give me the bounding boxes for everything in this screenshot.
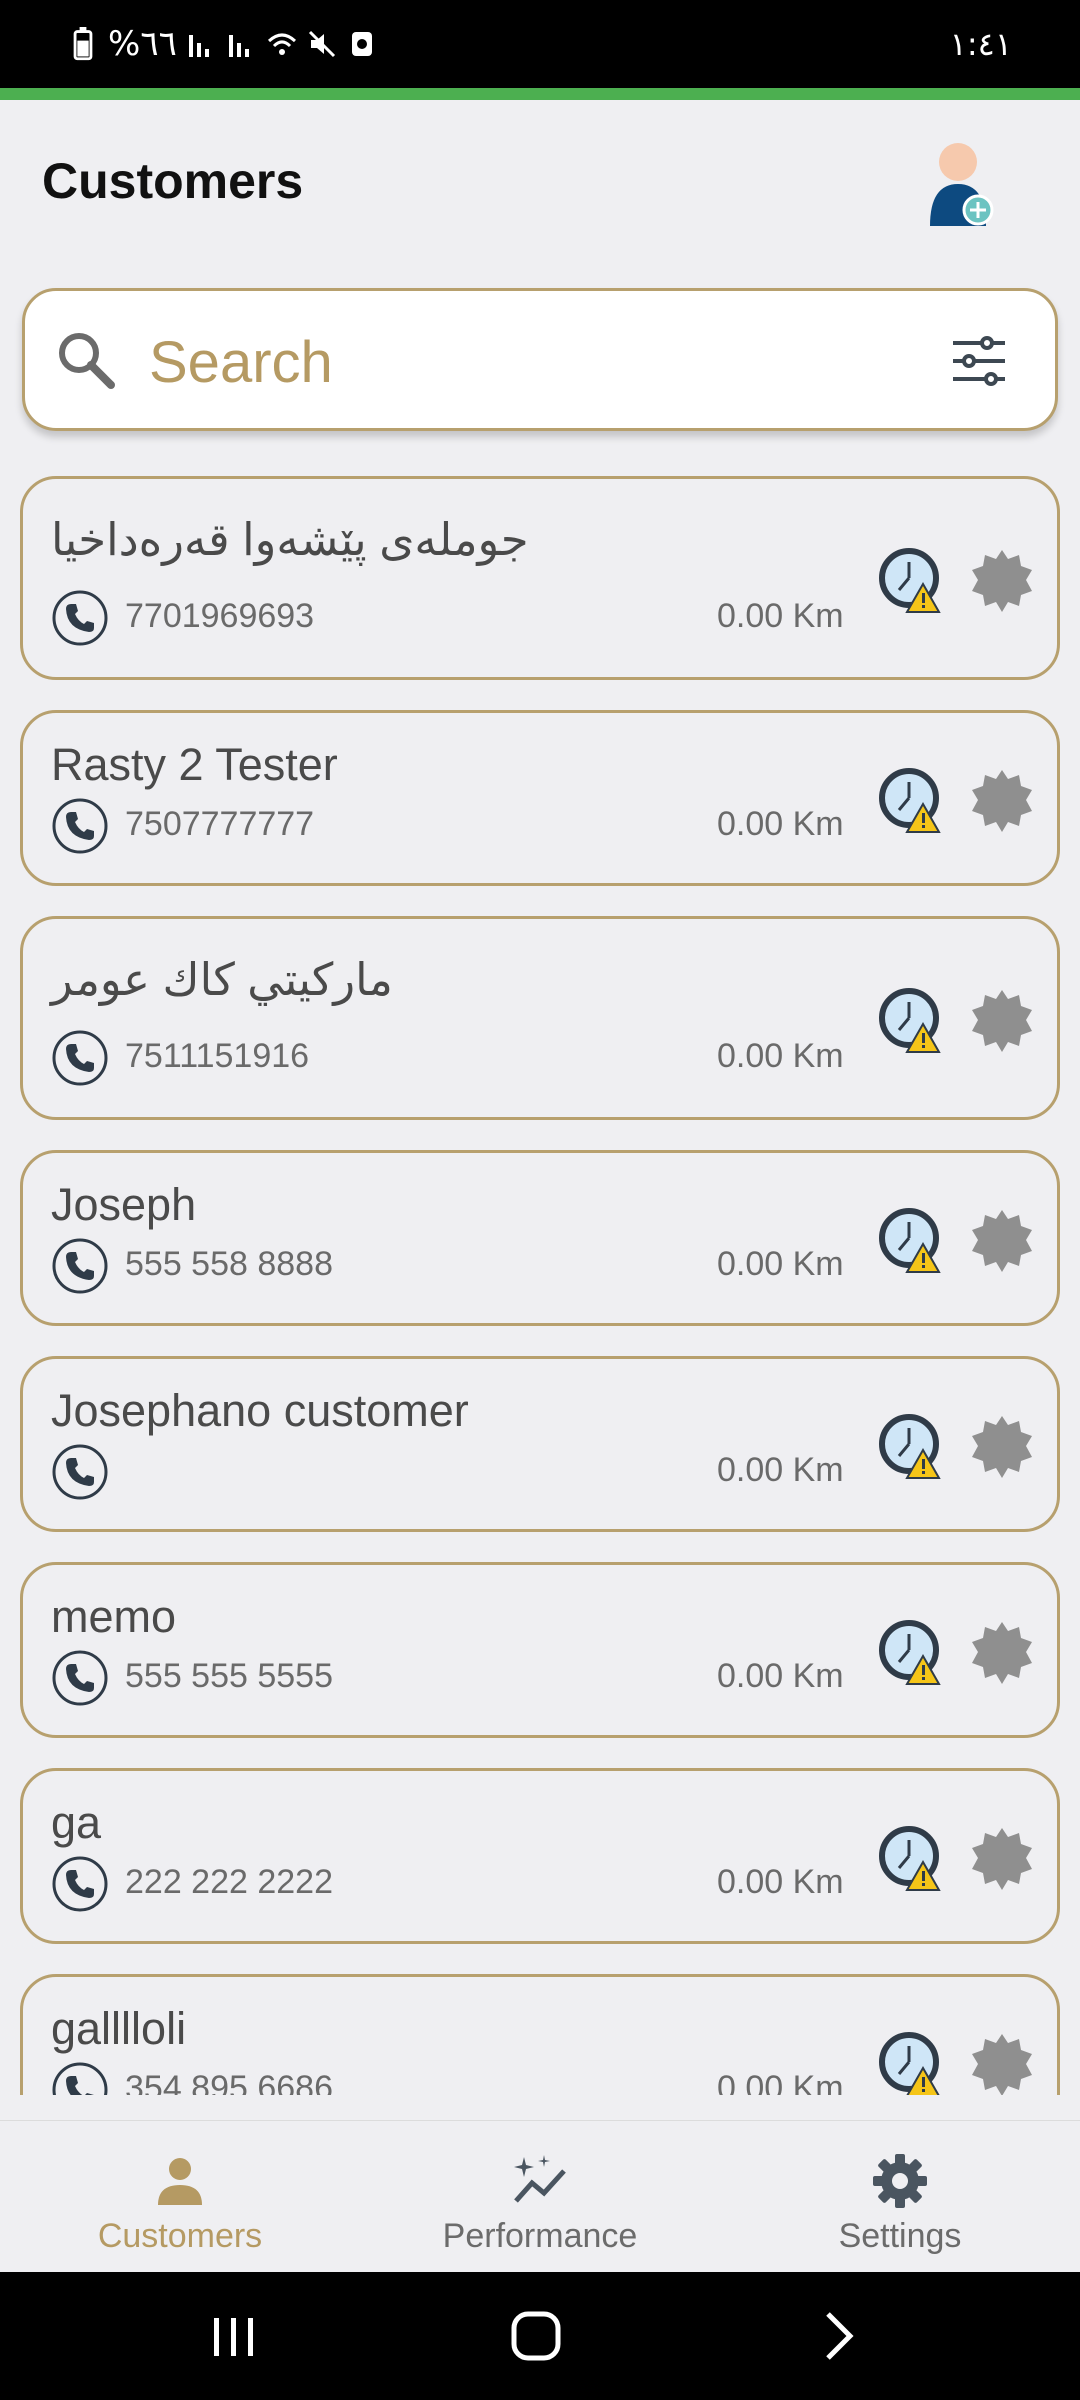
customer-card[interactable]: ga 222 222 2222 0.00 Km [20, 1768, 1060, 1944]
customer-phone: 7507777777 [125, 805, 315, 843]
customer-settings-icon[interactable] [967, 2030, 1037, 2095]
back-chevron-icon[interactable] [810, 2308, 870, 2364]
sync-progress-bar [0, 88, 1080, 100]
customer-phone: 555 555 5555 [125, 1657, 333, 1695]
phone-icon[interactable] [51, 1029, 109, 1087]
nav-settings[interactable]: Settings [720, 2121, 1080, 2273]
phone-icon[interactable] [51, 1855, 109, 1913]
customer-phone: 222 222 2222 [125, 1863, 333, 1901]
customer-card[interactable]: جوملەی پێشەوا قەرەداخیا 7701969693 0.00 Km [20, 476, 1060, 680]
customer-name: Josephano customer [51, 1385, 469, 1436]
customer-distance: 0.00 Km [717, 597, 844, 635]
customer-settings-icon[interactable] [967, 546, 1037, 616]
pending-visit-warning-icon[interactable] [877, 986, 947, 1056]
customer-settings-icon[interactable] [967, 1206, 1037, 1276]
clock-time: ١:٤١ [949, 25, 1012, 63]
pending-visit-warning-icon[interactable] [877, 766, 947, 836]
battery-percent: %٦٦ [108, 24, 177, 64]
customer-distance: 0.00 Km [717, 1451, 844, 1489]
notification-icon [351, 32, 372, 56]
pending-visit-warning-icon[interactable] [877, 1412, 947, 1482]
search-input[interactable]: Search [149, 329, 333, 396]
app-bar: Customers [0, 100, 1080, 270]
wifi-icon [267, 33, 296, 55]
system-nav-bar [0, 2272, 1080, 2400]
signal-icon [188, 35, 209, 57]
search-icon [59, 333, 115, 389]
pending-visit-warning-icon[interactable] [877, 2030, 947, 2095]
filter-icon[interactable] [949, 331, 1009, 391]
gear-icon [873, 2154, 927, 2208]
nav-customers[interactable]: Customers [0, 2121, 360, 2273]
battery-icon [73, 27, 93, 61]
customer-name: جوملەی پێشەوا قەرەداخیا [51, 514, 529, 565]
pending-visit-warning-icon[interactable] [877, 1824, 947, 1894]
customer-phone: 7511151916 [125, 1037, 310, 1075]
customer-name: ga [51, 1797, 102, 1848]
nav-settings-label: Settings [838, 2217, 962, 2255]
bottom-nav: Customers Performance Settings [0, 2120, 1080, 2272]
customer-settings-icon[interactable] [967, 766, 1037, 836]
customer-settings-icon[interactable] [967, 1618, 1037, 1688]
page-title: Customers [42, 153, 304, 209]
customer-distance: 0.00 Km [717, 1657, 844, 1695]
customer-card[interactable]: Rasty 2 Tester 7507777777 0.00 Km [20, 710, 1060, 886]
customer-name: ماركيتي كاك عومر [51, 954, 393, 1005]
customer-distance: 0.00 Km [717, 1037, 844, 1075]
customer-card[interactable]: galllloli 354 895 6686 0.00 Km [20, 1974, 1060, 2095]
pending-visit-warning-icon[interactable] [877, 1618, 947, 1688]
nav-performance[interactable]: Performance [360, 2121, 720, 2273]
recent-apps-icon[interactable] [204, 2308, 264, 2364]
customer-card[interactable]: Joseph 555 558 8888 0.00 Km [20, 1150, 1060, 1326]
status-bar: %٦٦ ١:٤١ [0, 0, 1080, 88]
pending-visit-warning-icon[interactable] [877, 546, 947, 616]
customer-phone: 7701969693 [125, 597, 315, 635]
status-icons: %٦٦ [68, 24, 377, 64]
customer-phone: 555 558 8888 [125, 1245, 333, 1283]
person-icon [158, 2158, 202, 2205]
phone-icon[interactable] [51, 1649, 109, 1707]
nav-customers-label: Customers [97, 2217, 263, 2255]
customer-list[interactable]: جوملەی پێشەوا قەرەداخیا 7701969693 0.00 Km… [0, 470, 1080, 2095]
sparkle-chart-icon [514, 2155, 566, 2203]
signal-icon-2 [228, 35, 249, 57]
customer-distance: 0.00 Km [717, 2069, 844, 2095]
phone-icon[interactable] [51, 1237, 109, 1295]
phone-icon[interactable] [51, 797, 109, 855]
customer-card[interactable]: memo 555 555 5555 0.00 Km [20, 1562, 1060, 1738]
customer-distance: 0.00 Km [717, 805, 844, 843]
phone-icon[interactable] [51, 1443, 109, 1501]
mute-icon [308, 30, 335, 58]
customer-name: Joseph [51, 1179, 197, 1230]
phone-icon[interactable] [51, 589, 109, 647]
pending-visit-warning-icon[interactable] [877, 1206, 947, 1276]
add-customer-icon[interactable] [920, 138, 1010, 228]
customer-settings-icon[interactable] [967, 1412, 1037, 1482]
customer-settings-icon[interactable] [967, 1824, 1037, 1894]
customer-card[interactable]: ماركيتي كاك عومر 7511151916 0.00 Km [20, 916, 1060, 1120]
customer-name: memo [51, 1591, 177, 1642]
customer-distance: 0.00 Km [717, 1245, 844, 1283]
home-icon[interactable] [506, 2308, 566, 2364]
search-bar[interactable]: Search [22, 288, 1058, 431]
customer-name: galllloli [51, 2003, 187, 2054]
phone-icon[interactable] [51, 2061, 109, 2095]
customer-name: Rasty 2 Tester [51, 739, 338, 790]
nav-performance-label: Performance [442, 2217, 638, 2255]
customer-settings-icon[interactable] [967, 986, 1037, 1056]
customer-distance: 0.00 Km [717, 1863, 844, 1901]
customer-card[interactable]: Josephano customer 0.00 Km [20, 1356, 1060, 1532]
customer-phone: 354 895 6686 [125, 2069, 333, 2095]
